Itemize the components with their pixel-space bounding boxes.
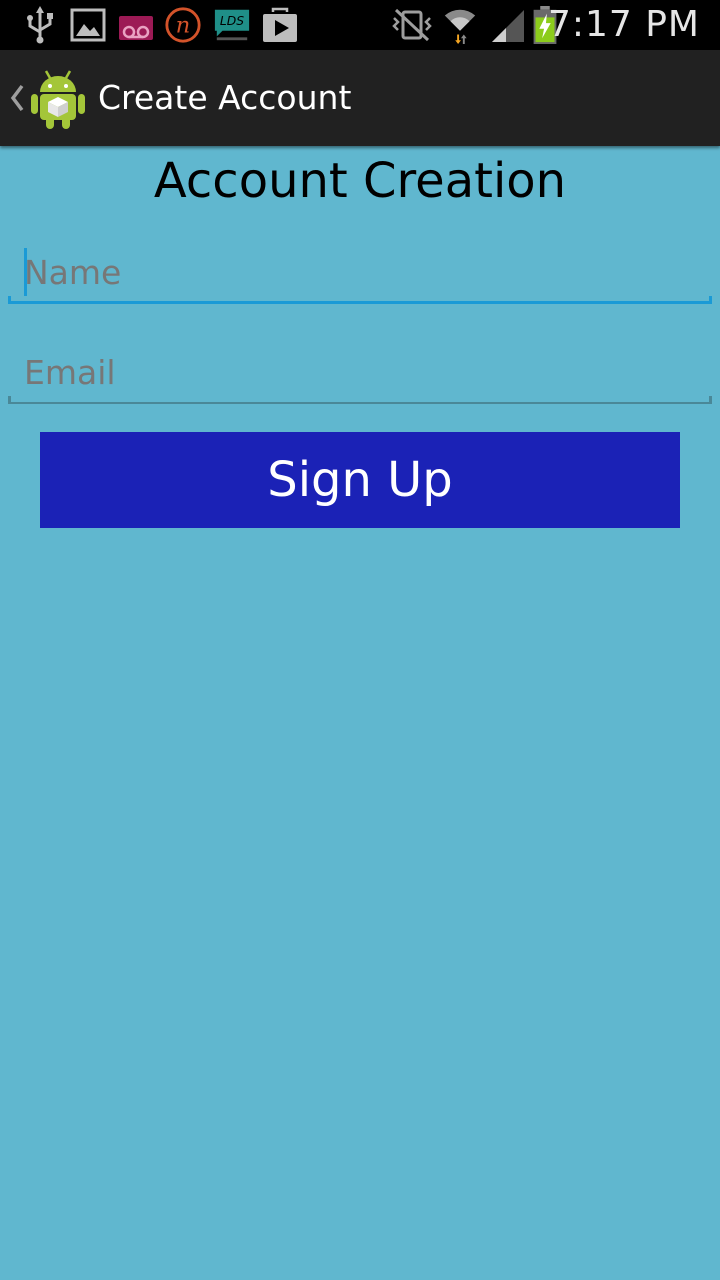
- android-robot-icon[interactable]: [30, 68, 86, 130]
- email-field-underline-right-tick: [709, 396, 712, 404]
- name-field-underline-left-tick: [8, 296, 11, 304]
- signal-icon: [492, 10, 524, 42]
- action-bar-title: Create Account: [98, 78, 352, 117]
- action-bar: Create Account: [0, 50, 720, 146]
- email-field-underline-left-tick: [8, 396, 11, 404]
- lds-chat-icon: LDS: [214, 9, 250, 41]
- name-field-underline: [8, 296, 712, 304]
- play-store-icon: [263, 7, 297, 42]
- screen: n LDS 7:17 PM Create Account Account Cre…: [0, 0, 720, 1280]
- name-input[interactable]: [24, 244, 684, 300]
- page-title: Account Creation: [153, 153, 567, 209]
- email-input[interactable]: [24, 344, 684, 400]
- text-cursor: [24, 248, 27, 296]
- lds-badge-text: LDS: [220, 14, 244, 28]
- voicemail-icon: [119, 16, 153, 40]
- name-field[interactable]: [8, 244, 712, 304]
- vibrate-icon: [392, 8, 432, 42]
- n-app-icon: n: [165, 7, 201, 43]
- email-field-underline: [8, 396, 712, 404]
- status-bar-time: 7:17 PM: [547, 4, 700, 45]
- email-field[interactable]: [8, 344, 712, 404]
- usb-icon: [27, 6, 53, 44]
- status-bar: n LDS 7:17 PM: [0, 0, 720, 50]
- sign-up-button[interactable]: Sign Up: [40, 432, 680, 528]
- name-field-underline-right-tick: [709, 296, 712, 304]
- svg-text:n: n: [176, 13, 191, 39]
- back-chevron-icon[interactable]: [7, 78, 27, 118]
- gallery-icon: [70, 8, 106, 42]
- wifi-icon: [444, 9, 476, 44]
